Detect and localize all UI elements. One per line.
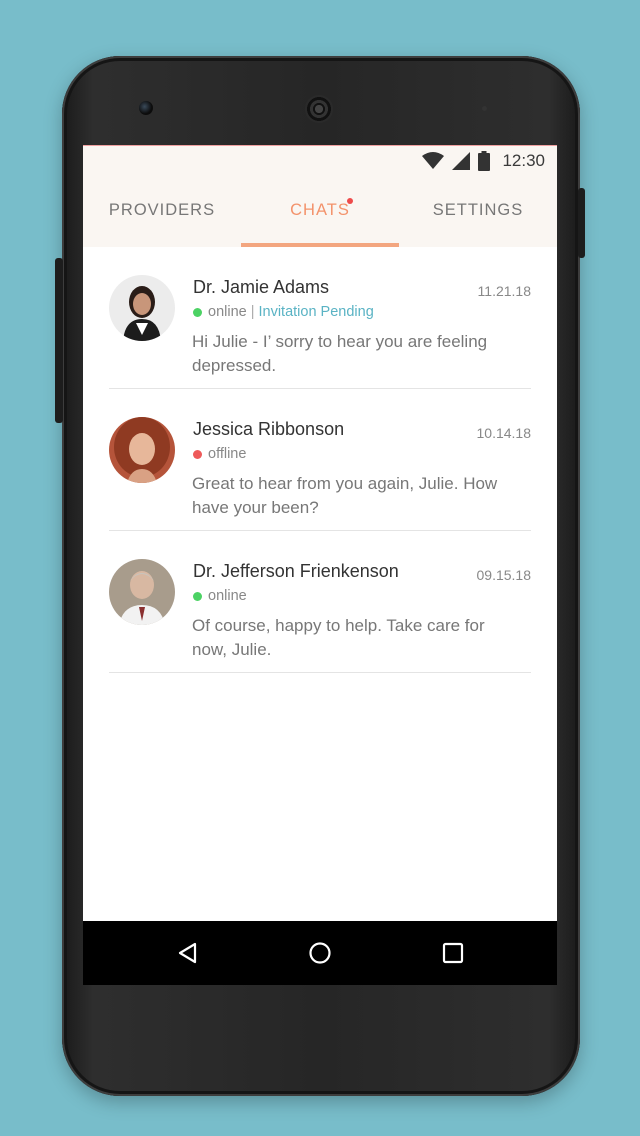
proximity-sensor — [482, 106, 487, 111]
screen: 12:30 PROVIDERS CHATS SETTINGS Dr. Jamie… — [83, 145, 557, 921]
home-icon[interactable] — [308, 941, 332, 965]
chat-item-jamie-adams[interactable]: Dr. Jamie Adams 11.21.18 online | Invita… — [83, 247, 557, 389]
tab-bar: PROVIDERS CHATS SETTINGS — [83, 173, 557, 247]
status-bar: 12:30 — [83, 145, 557, 174]
status-time: 12:30 — [502, 151, 545, 170]
front-camera — [139, 101, 153, 115]
online-status-dot — [193, 591, 202, 601]
presence-status: online — [208, 588, 247, 604]
chat-name: Dr. Jamie Adams — [193, 277, 330, 297]
offline-status-dot — [193, 449, 202, 459]
tab-label: SETTINGS — [432, 200, 524, 219]
chat-preview: Hi Julie - I’ sorry to hear you are feel… — [192, 332, 488, 375]
chat-item-jefferson-frienkenson[interactable]: Dr. Jefferson Frienkenson 09.15.18 onlin… — [83, 531, 557, 673]
chat-date: 11.21.18 — [477, 283, 531, 299]
power-button[interactable] — [578, 188, 585, 258]
tab-providers[interactable]: PROVIDERS — [83, 173, 241, 247]
tab-chats[interactable]: CHATS — [241, 173, 399, 247]
status-separator: | — [250, 304, 255, 320]
invitation-pending-link[interactable]: Invitation Pending — [258, 304, 373, 320]
tab-label: CHATS — [290, 200, 350, 219]
navigation-bar — [83, 921, 557, 985]
signal-icon — [452, 152, 471, 170]
tab-label: PROVIDERS — [108, 200, 216, 219]
avatar — [109, 559, 175, 625]
chat-preview: Great to hear from you again, Julie. How… — [192, 474, 498, 517]
chat-name: Dr. Jefferson Frienkenson — [193, 561, 399, 581]
divider — [109, 672, 531, 673]
chat-list: Dr. Jamie Adams 11.21.18 online | Invita… — [83, 247, 557, 673]
notification-dot — [347, 198, 353, 204]
earpiece-speaker — [305, 95, 333, 123]
avatar — [109, 417, 175, 483]
tab-settings[interactable]: SETTINGS — [399, 173, 557, 247]
chat-preview: Of course, happy to help. Take care for … — [192, 616, 485, 659]
presence-status: online — [208, 304, 247, 320]
chat-name: Jessica Ribbonson — [193, 419, 345, 439]
wifi-icon — [422, 152, 445, 169]
back-icon[interactable] — [176, 941, 200, 965]
chat-date: 09.15.18 — [476, 567, 532, 583]
volume-button[interactable] — [55, 258, 63, 423]
chat-date: 10.14.18 — [476, 425, 532, 441]
presence-status: offline — [208, 446, 247, 462]
recents-icon[interactable] — [441, 941, 465, 965]
battery-icon — [478, 151, 491, 171]
online-status-dot — [193, 307, 202, 317]
chat-item-jessica-ribbonson[interactable]: Jessica Ribbonson 10.14.18 offline Great… — [83, 389, 557, 531]
avatar — [109, 275, 175, 341]
